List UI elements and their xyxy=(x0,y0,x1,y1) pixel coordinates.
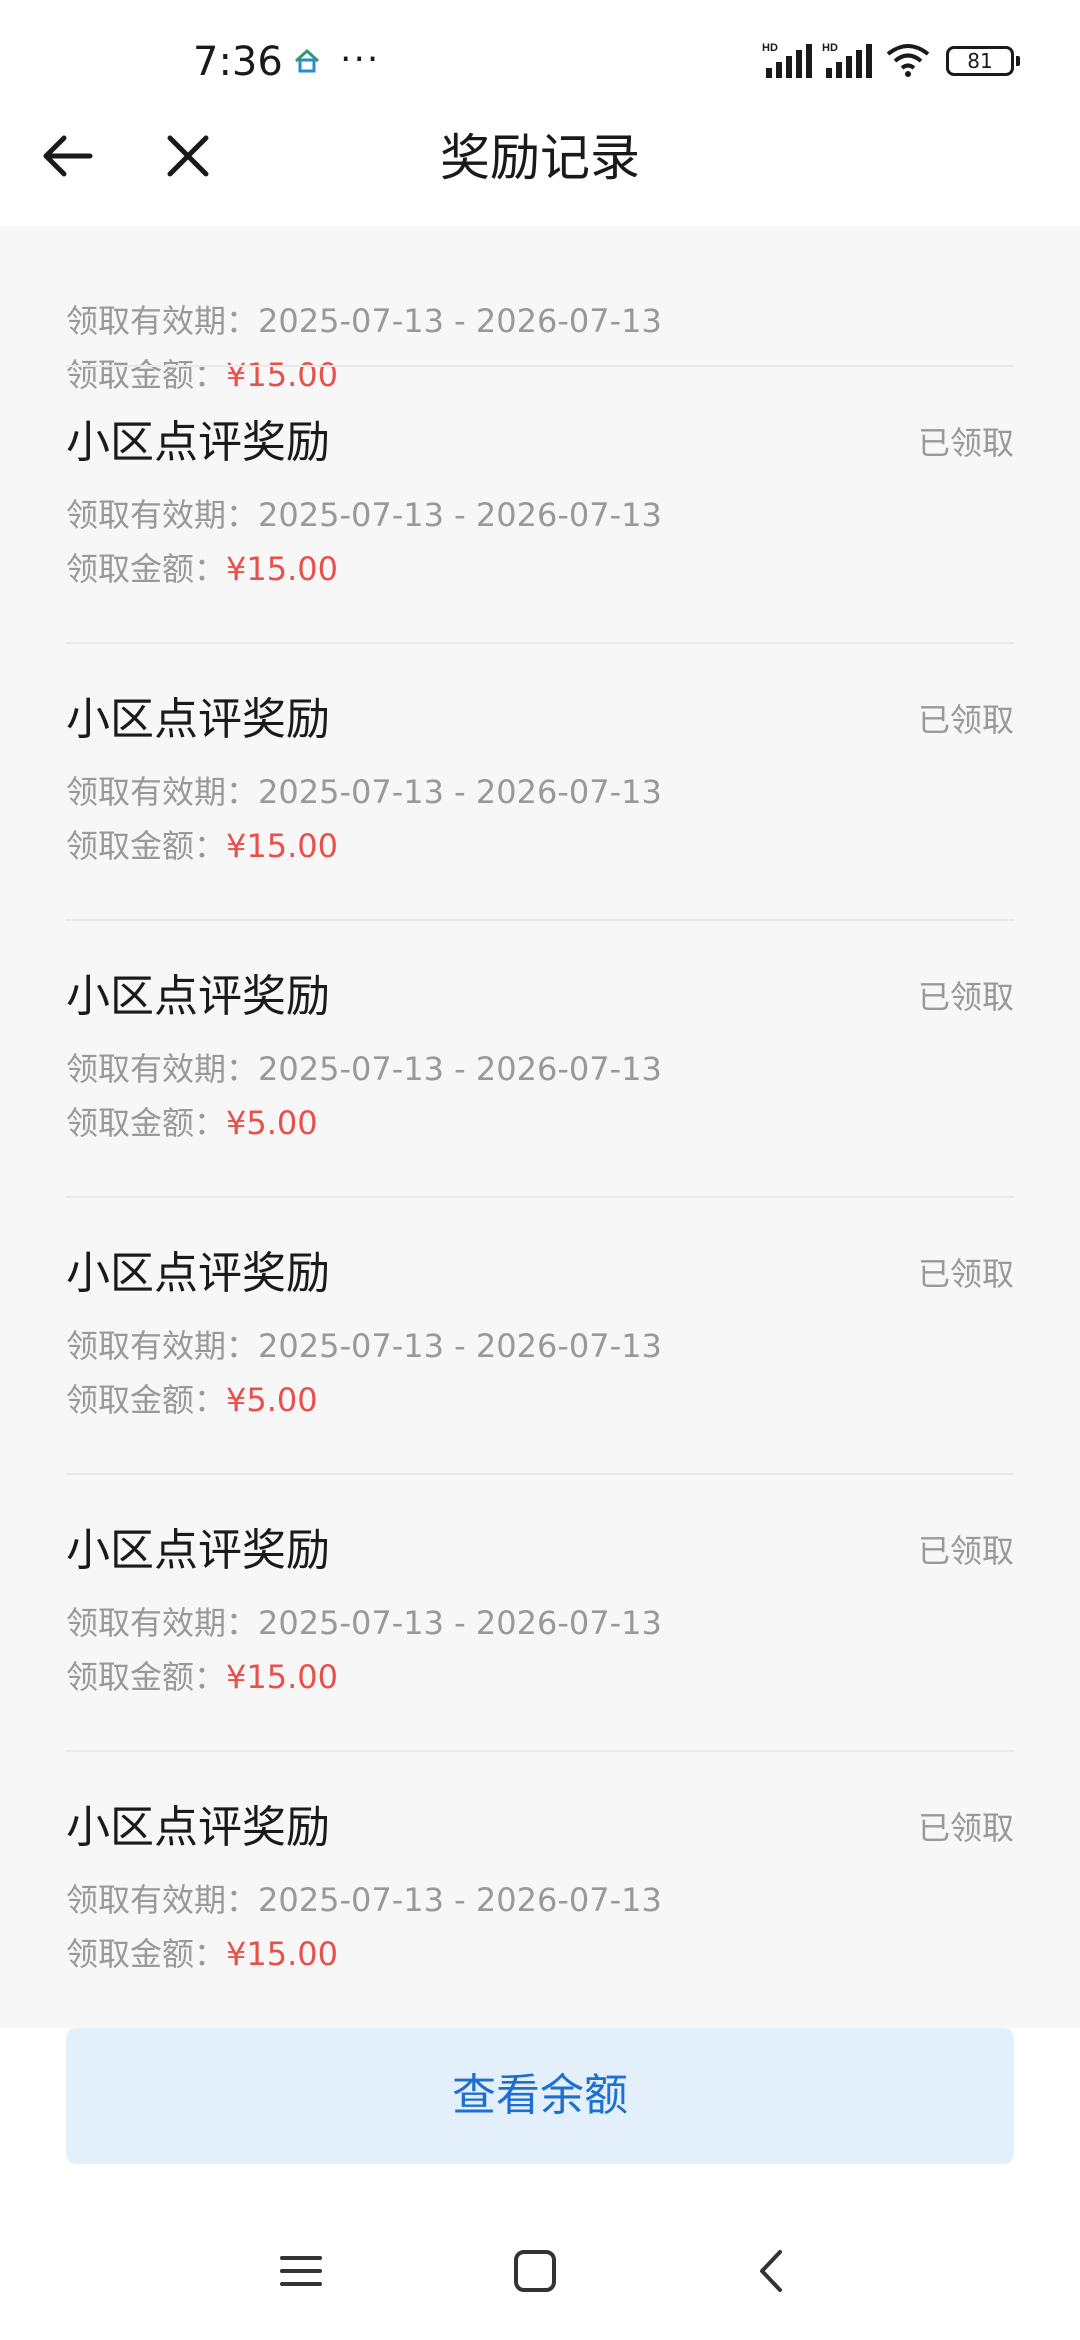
amount-value: ¥15.00 xyxy=(226,550,338,588)
page-title: 奖励记录 xyxy=(440,129,640,187)
record-title: 小区点评奖励 xyxy=(66,1525,330,1576)
amount-label: 领取金额： xyxy=(66,550,227,588)
validity-value: 2025-07-13 - 2026-07-13 xyxy=(258,1604,662,1642)
back-icon[interactable] xyxy=(748,2246,798,2296)
record-amount: 领取金额：¥15.00 xyxy=(66,1655,338,1699)
divider xyxy=(66,1750,1014,1752)
divider xyxy=(66,1473,1014,1475)
amount-value: ¥15.00 xyxy=(226,1935,338,1973)
record-validity: 领取有效期：2025-07-13 - 2026-07-13 xyxy=(66,1878,662,1922)
status-badge: 已领取 xyxy=(917,978,1014,1016)
list-item: 小区点评奖励 已领取 领取有效期：2025-07-13 - 2026-07-13… xyxy=(66,642,1014,919)
signal-hd-label: HD xyxy=(762,42,778,54)
record-amount: 领取金额：¥5.00 xyxy=(66,1101,318,1145)
record-title: 小区点评奖励 xyxy=(66,1802,330,1853)
home-app-icon xyxy=(294,48,320,73)
amount-value: ¥5.00 xyxy=(226,1381,318,1419)
status-badge: 已领取 xyxy=(917,1809,1014,1847)
validity-label: 领取有效期： xyxy=(66,1881,259,1919)
record-title: 小区点评奖励 xyxy=(66,417,330,468)
amount-value: ¥15.00 xyxy=(226,827,338,865)
list-item: 小区点评奖励 已领取 领取有效期：2025-07-13 - 2026-07-13… xyxy=(66,1196,1014,1473)
reward-record-list[interactable]: 领取有效期：2025-07-13 - 2026-07-13 领取金额：¥15.0… xyxy=(0,226,1080,2028)
record-amount: 领取金额：¥15.00 xyxy=(66,1932,338,1976)
amount-label: 领取金额： xyxy=(66,1104,227,1142)
amount-value: ¥5.00 xyxy=(226,1104,318,1142)
validity-value: 2025-07-13 - 2026-07-13 xyxy=(258,1050,662,1088)
divider xyxy=(66,365,1014,367)
amount-label: 领取金额： xyxy=(66,1658,227,1696)
more-notifications-icon: ··· xyxy=(340,39,381,80)
record-amount: 领取金额：¥5.00 xyxy=(66,1378,318,1422)
record-validity: 领取有效期：2025-07-13 - 2026-07-13 xyxy=(66,1047,662,1091)
status-badge: 已领取 xyxy=(917,1255,1014,1293)
battery-icon: 81 xyxy=(946,46,1020,76)
validity-value: 2025-07-13 - 2026-07-13 xyxy=(258,1327,662,1365)
amount-label: 领取金额： xyxy=(66,1381,227,1419)
validity-value: 2025-07-13 - 2026-07-13 xyxy=(258,302,662,340)
view-balance-button[interactable]: 查看余额 xyxy=(66,2028,1014,2164)
validity-label: 领取有效期： xyxy=(66,773,259,811)
amount-label: 领取金额： xyxy=(66,827,227,865)
amount-label: 领取金额： xyxy=(66,1935,227,1973)
signal-hd-label: HD xyxy=(822,42,838,54)
record-validity: 领取有效期：2025-07-13 - 2026-07-13 xyxy=(66,493,662,537)
validity-label: 领取有效期： xyxy=(66,1327,259,1365)
divider xyxy=(66,1196,1014,1198)
record-validity: 领取有效期：2025-07-13 - 2026-07-13 xyxy=(66,1601,662,1645)
system-nav-bar xyxy=(0,2200,1080,2340)
validity-label: 领取有效期： xyxy=(66,1050,259,1088)
list-item: 小区点评奖励 已领取 领取有效期：2025-07-13 - 2026-07-13… xyxy=(66,1473,1014,1750)
status-bar: 7:36 ··· HD HD 81 xyxy=(0,0,1080,104)
divider xyxy=(66,642,1014,644)
record-title: 小区点评奖励 xyxy=(66,971,330,1022)
status-badge: 已领取 xyxy=(917,1532,1014,1570)
list-item: 小区点评奖励 已领取 领取有效期：2025-07-13 - 2026-07-13… xyxy=(66,365,1014,642)
validity-value: 2025-07-13 - 2026-07-13 xyxy=(258,496,662,534)
signal-icon-1: HD xyxy=(762,42,812,78)
record-validity: 领取有效期：2025-07-13 - 2026-07-13 xyxy=(66,770,662,814)
amount-value: ¥15.00 xyxy=(226,1658,338,1696)
menu-icon[interactable] xyxy=(276,2246,326,2296)
status-time: 7:36 xyxy=(193,39,283,85)
status-badge: 已领取 xyxy=(917,424,1014,462)
record-title: 小区点评奖励 xyxy=(66,694,330,745)
validity-label: 领取有效期： xyxy=(66,302,259,340)
status-badge: 已领取 xyxy=(917,701,1014,739)
list-item: 小区点评奖励 已领取 领取有效期：2025-07-13 - 2026-07-13… xyxy=(66,1750,1014,2027)
record-validity: 领取有效期：2025-07-13 - 2026-07-13 xyxy=(66,299,662,343)
wifi-icon xyxy=(886,44,930,77)
validity-value: 2025-07-13 - 2026-07-13 xyxy=(258,1881,662,1919)
validity-label: 领取有效期： xyxy=(66,496,259,534)
validity-value: 2025-07-13 - 2026-07-13 xyxy=(258,773,662,811)
validity-label: 领取有效期： xyxy=(66,1604,259,1642)
list-item: 小区点评奖励 已领取 领取有效期：2025-07-13 - 2026-07-13… xyxy=(66,919,1014,1196)
home-icon[interactable] xyxy=(510,2246,560,2296)
record-title: 小区点评奖励 xyxy=(66,1248,330,1299)
record-amount: 领取金额：¥15.00 xyxy=(66,547,338,591)
divider xyxy=(66,919,1014,921)
record-amount: 领取金额：¥15.00 xyxy=(66,824,338,868)
signal-icon-2: HD xyxy=(822,42,872,78)
header: 奖励记录 xyxy=(0,104,1080,226)
record-validity: 领取有效期：2025-07-13 - 2026-07-13 xyxy=(66,1324,662,1368)
